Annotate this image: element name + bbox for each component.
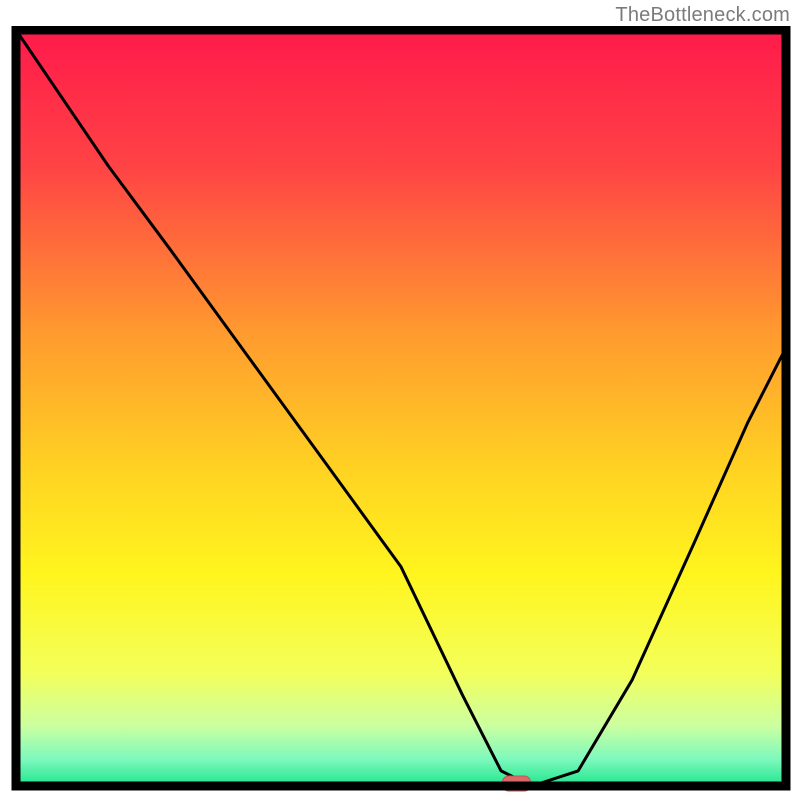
bottleneck-chart: [6, 26, 794, 796]
attribution-label: TheBottleneck.com: [615, 4, 790, 27]
plot-background: [16, 30, 786, 786]
